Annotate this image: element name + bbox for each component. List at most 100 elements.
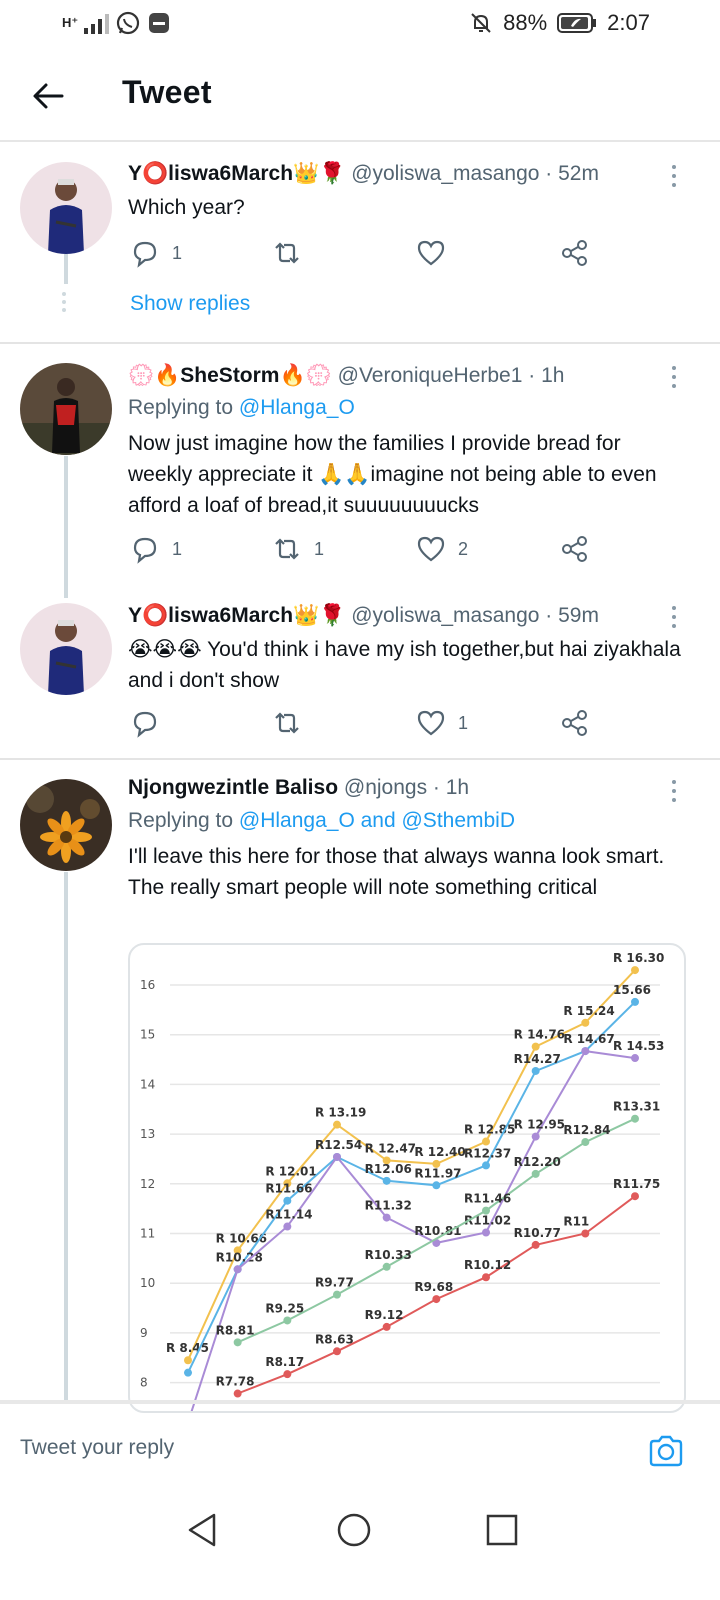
reply-button[interactable]: 1	[130, 238, 182, 268]
tweet-text: Now just imagine how the families I prov…	[128, 432, 657, 517]
display-name[interactable]: Njongwezintle Baliso	[128, 776, 338, 799]
like-button[interactable]	[416, 238, 458, 268]
tweet-author-line: 💮🔥SheStorm🔥💮 @VeroniqueHerbe1 · 1h	[128, 364, 564, 388]
avatar[interactable]	[20, 779, 112, 871]
system-nav-bar	[0, 1484, 720, 1600]
y-tick-label: 14	[140, 1077, 155, 1091]
data-point	[233, 1338, 242, 1347]
retweet-button[interactable]: 1	[272, 534, 324, 564]
data-label: R12.06	[365, 1162, 412, 1176]
data-label: R12.84	[563, 1123, 610, 1137]
status-bar: H⁺ 88% 2:07	[0, 0, 720, 48]
replying-handle-link[interactable]: @Hlanga_O and @SthembiD	[239, 809, 515, 832]
more-options-icon[interactable]	[670, 366, 678, 392]
data-label: R14.27	[514, 1052, 561, 1066]
avatar[interactable]	[20, 603, 112, 695]
back-arrow-icon[interactable]	[30, 78, 66, 114]
tweet-author-line: Y⭕liswa6March👑🌹 @yoliswa_masango · 52m	[128, 162, 599, 186]
display-name[interactable]: Y⭕liswa6March👑🌹	[128, 604, 345, 627]
data-label: R 13.19	[315, 1106, 366, 1120]
handle-time: @VeroniqueHerbe1 · 1h	[337, 364, 565, 387]
nav-recents-icon[interactable]	[482, 1510, 522, 1550]
replying-handle-link[interactable]: @Hlanga_O	[239, 396, 355, 419]
reply-button[interactable]: 1	[130, 534, 182, 564]
whatsapp-icon	[117, 11, 140, 35]
data-point	[631, 1192, 639, 1201]
camera-icon[interactable]	[648, 1434, 684, 1468]
data-label: R 12.95	[514, 1118, 565, 1132]
data-point	[382, 1322, 391, 1331]
avatar[interactable]	[20, 162, 112, 254]
clock: 2:07	[607, 10, 650, 35]
data-point	[631, 966, 639, 975]
data-label: R 14.53	[613, 1039, 664, 1053]
data-point	[382, 1213, 391, 1222]
share-button[interactable]	[560, 238, 590, 268]
handle-time: @njongs · 1h	[343, 776, 470, 799]
like-button[interactable]: 1	[416, 708, 468, 738]
share-icon	[562, 240, 587, 266]
thread-gap-dots	[62, 292, 68, 316]
data-point	[482, 1228, 490, 1237]
data-point	[233, 1265, 242, 1274]
display-name[interactable]: Y⭕liswa6March👑🌹	[128, 162, 345, 185]
reply-input[interactable]: Tweet your reply	[20, 1436, 174, 1460]
y-tick-label: 13	[140, 1127, 155, 1141]
reply-count: 1	[172, 538, 183, 559]
divider	[0, 342, 720, 344]
share-button[interactable]	[560, 534, 590, 564]
y-tick-label: 11	[140, 1227, 155, 1241]
data-point	[531, 1132, 540, 1141]
avatar[interactable]	[20, 363, 112, 455]
thread-line	[64, 872, 68, 1402]
display-name[interactable]: 💮🔥SheStorm🔥💮	[128, 364, 332, 387]
replying-prefix: Replying to	[128, 396, 234, 419]
nav-back-icon[interactable]	[182, 1510, 222, 1550]
data-point	[333, 1120, 341, 1129]
data-label: R 12.40	[414, 1145, 465, 1159]
data-point	[631, 1054, 639, 1063]
data-label: R 14.67	[563, 1032, 614, 1046]
more-options-icon[interactable]	[670, 780, 678, 806]
reply-count: 1	[172, 242, 183, 263]
retweet-button[interactable]	[272, 708, 314, 738]
data-label: R10.33	[365, 1248, 412, 1262]
data-point	[283, 1222, 292, 1231]
reply-icon	[133, 711, 157, 738]
data-point	[531, 1066, 540, 1075]
tweet-header: Tweet	[0, 48, 720, 142]
replying-prefix: Replying to	[128, 809, 234, 832]
heart-icon	[417, 710, 445, 736]
y-tick-label: 9	[140, 1326, 148, 1340]
tweet-author-line: Njongwezintle Baliso @njongs · 1h	[128, 776, 469, 800]
nav-home-icon[interactable]	[334, 1510, 374, 1550]
heart-icon	[417, 240, 445, 266]
data-label: R11.46	[464, 1192, 511, 1206]
more-options-icon[interactable]	[670, 606, 678, 632]
data-point	[482, 1137, 490, 1146]
like-button[interactable]: 2	[416, 534, 468, 564]
more-options-icon[interactable]	[670, 165, 678, 191]
tweet-text: Which year?	[128, 196, 245, 219]
signal-icon	[84, 12, 110, 34]
attached-chart-image[interactable]: 8 9 10 11 12 13 14 15 16 R 8.45 R 10.66 R 12.01 R 13…	[128, 943, 686, 1413]
share-icon	[562, 536, 587, 562]
share-button[interactable]	[560, 708, 590, 738]
show-replies-link[interactable]: Show replies	[130, 292, 250, 316]
data-point	[333, 1152, 341, 1161]
thread-line	[64, 254, 68, 284]
data-label: R11.32	[365, 1199, 412, 1213]
data-label: 15.66	[613, 983, 651, 997]
retweet-button[interactable]	[272, 238, 314, 268]
share-icon	[562, 710, 587, 736]
network-label: H⁺	[62, 15, 79, 30]
data-label: R11	[563, 1215, 589, 1229]
thread-line	[64, 456, 68, 598]
battery-icon	[557, 13, 597, 33]
data-point	[432, 1181, 441, 1190]
data-label: R12.20	[514, 1155, 561, 1169]
data-label: R9.25	[265, 1301, 304, 1315]
reply-button[interactable]	[130, 708, 172, 738]
like-count: 1	[458, 712, 469, 733]
y-tick-label: 15	[140, 1028, 155, 1042]
